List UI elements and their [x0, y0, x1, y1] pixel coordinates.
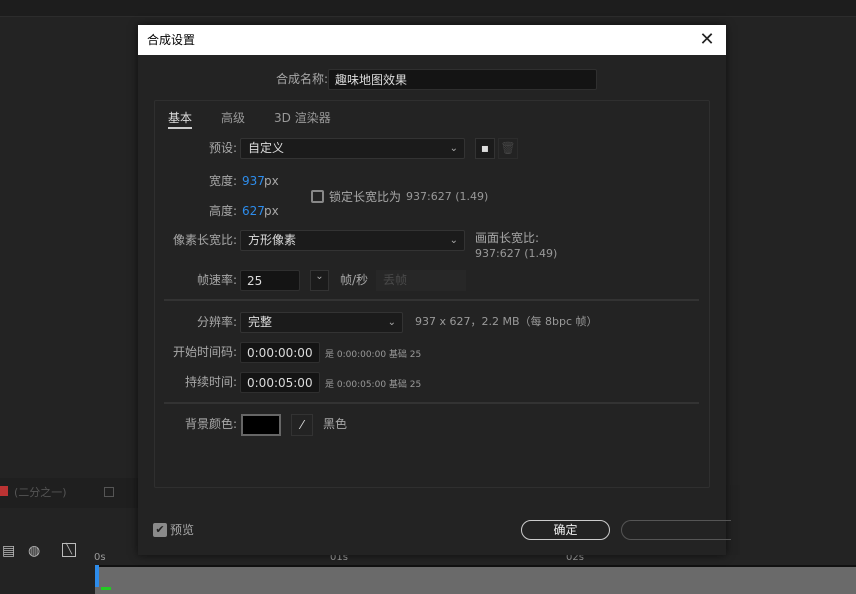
tab-3d-renderer[interactable]: 3D 渲染器	[274, 109, 331, 127]
start-timecode-label: 开始时间码:	[172, 345, 237, 359]
ok-button[interactable]: 确定	[521, 520, 610, 540]
drop-frame-value: 丢帧	[383, 273, 408, 287]
width-unit: px	[264, 174, 279, 188]
preset-label: 预设:	[208, 141, 237, 155]
color-icon	[0, 486, 8, 496]
lock-aspect-ratio: 937:627 (1.49)	[406, 190, 489, 203]
bg-color-name: 黑色	[323, 417, 348, 431]
duration-input[interactable]: 0:00:05:00	[240, 372, 320, 393]
composition-settings-dialog: 合成设置 ✕ 合成名称: 趣味地图效果 基本 高级 3D 渲染器 预设: 自定义…	[138, 25, 731, 555]
frame-rate-unit: 帧/秒	[340, 273, 369, 287]
dialog-title: 合成设置	[138, 25, 726, 55]
work-area-bar[interactable]	[95, 565, 856, 594]
tick-label: 0s	[94, 552, 106, 563]
chevron-down-icon: ⌄	[449, 143, 458, 154]
eyedropper-icon[interactable]: ⁄	[291, 414, 313, 436]
duration-label: 持续时间:	[184, 375, 237, 389]
close-icon[interactable]: ✕	[696, 25, 718, 55]
divider	[164, 402, 699, 404]
frame-rate-label: 帧速率:	[196, 273, 237, 287]
resolution-select[interactable]: 完整 ⌄	[240, 312, 403, 333]
frame-rate-dropdown[interactable]: ⌄	[310, 270, 329, 291]
settings-panel: 基本 高级 3D 渲染器 预设: 自定义 ⌄ ▪ 🗑 宽度: 937 px 高度:…	[154, 100, 710, 488]
bg-color-label: 背景颜色:	[184, 417, 237, 431]
preview-label: 预览	[170, 523, 195, 537]
lock-aspect-checkbox[interactable]	[311, 190, 324, 203]
frame-rate-input[interactable]: 25	[240, 270, 300, 291]
start-timecode-input[interactable]: 0:00:00:00	[240, 342, 320, 363]
height-value[interactable]: 627	[242, 201, 265, 221]
pixel-aspect-value: 方形像素	[248, 233, 297, 247]
pixel-aspect-label: 像素长宽比:	[172, 233, 237, 247]
comp-name-label: 合成名称:	[275, 72, 328, 86]
timeline-tools: ▤ ◍ ╲	[0, 543, 95, 563]
preview-checkbox[interactable]: ✔	[153, 523, 167, 537]
resolution-info: 937 x 627，2.2 MB（每 8bpc 帧）	[415, 315, 598, 328]
app-top-bar	[0, 0, 856, 17]
width-label: 宽度:	[208, 174, 237, 188]
drop-frame-select[interactable]: 丢帧	[376, 270, 466, 291]
width-value[interactable]: 937	[242, 171, 265, 191]
start-timecode-info: 是 0:00:00:00 基础 25	[325, 350, 422, 360]
cancel-button[interactable]	[621, 520, 731, 540]
viewer-toolbar: (二分之一)	[0, 478, 138, 508]
preset-value: 自定义	[248, 141, 285, 155]
preset-select[interactable]: 自定义 ⌄	[240, 138, 465, 159]
region-icon[interactable]	[104, 487, 114, 497]
pixel-aspect-select[interactable]: 方形像素 ⌄	[240, 230, 465, 251]
save-preset-button[interactable]: ▪	[475, 138, 495, 159]
divider	[164, 299, 699, 301]
cache-indicator	[101, 587, 111, 590]
film-icon[interactable]: ▤	[2, 543, 15, 559]
lock-aspect-label: 锁定长宽比为	[329, 190, 402, 204]
frame-aspect-label: 画面长宽比:	[475, 231, 540, 245]
height-unit: px	[264, 204, 279, 218]
resolution-label: 分辨率:	[196, 315, 237, 329]
resolution-value: 完整	[248, 315, 273, 329]
duration-info: 是 0:00:05:00 基础 25	[325, 380, 422, 390]
tab-basic[interactable]: 基本	[168, 109, 193, 129]
chevron-down-icon: ⌄	[449, 235, 458, 246]
motion-blur-icon[interactable]: ◍	[28, 543, 40, 559]
graph-editor-icon[interactable]: ╲	[62, 543, 76, 557]
frame-aspect-value: 937:627 (1.49)	[475, 247, 558, 260]
comp-name-input[interactable]: 趣味地图效果	[328, 69, 597, 90]
chevron-down-icon: ⌄	[387, 317, 396, 328]
height-label: 高度:	[208, 204, 237, 218]
resolution-select[interactable]: (二分之一)	[14, 484, 67, 500]
playhead[interactable]	[95, 565, 99, 587]
bg-color-swatch[interactable]	[241, 414, 281, 436]
delete-preset-icon[interactable]: 🗑	[498, 138, 518, 159]
tab-advanced[interactable]: 高级	[221, 109, 245, 127]
